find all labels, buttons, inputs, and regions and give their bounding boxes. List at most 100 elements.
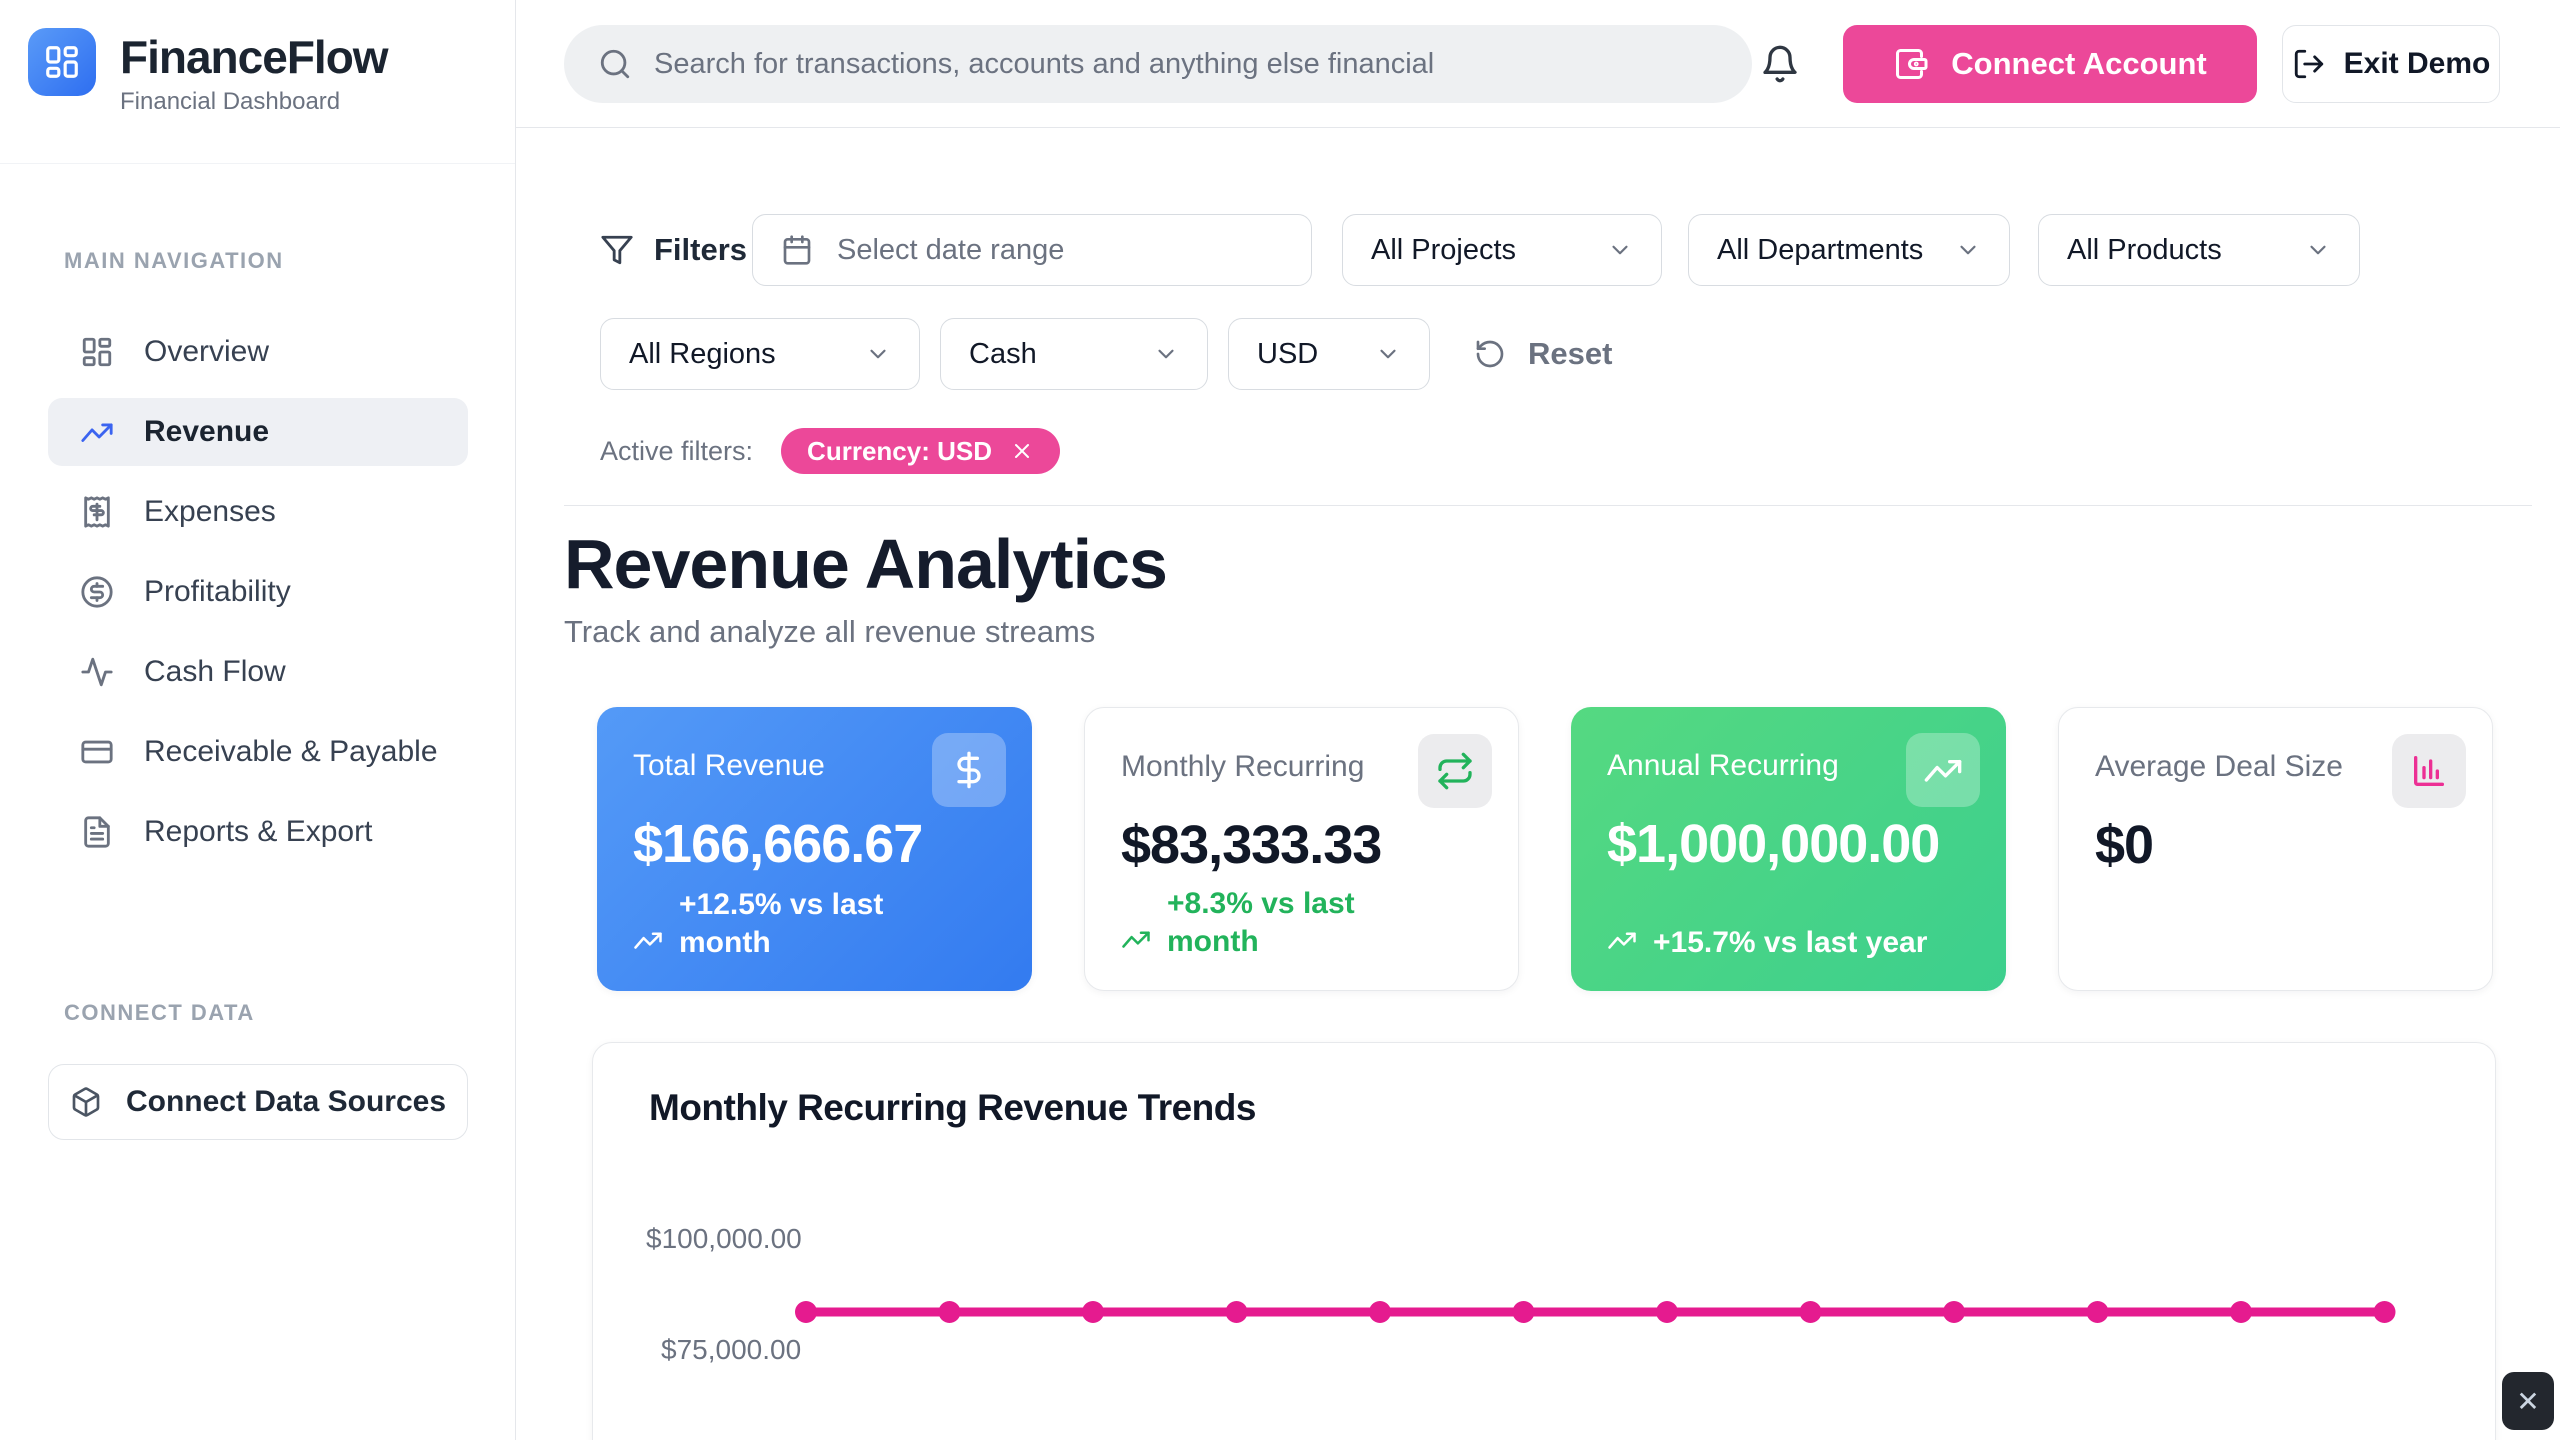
dashboard-grid-icon <box>80 335 114 369</box>
chevron-down-icon <box>1153 341 1179 367</box>
chevron-down-icon <box>1607 237 1633 263</box>
credit-card-icon <box>80 735 114 769</box>
account-type-dropdown[interactable]: Cash <box>940 318 1208 390</box>
remove-filter-icon[interactable] <box>1010 439 1034 463</box>
financeflow-app: FinanceFlow Financial Dashboard MAIN NAV… <box>0 0 2560 1440</box>
chevron-down-icon <box>865 341 891 367</box>
receipt-icon <box>80 495 114 529</box>
search-bar[interactable] <box>564 25 1752 103</box>
data-point[interactable] <box>2087 1301 2109 1323</box>
data-point[interactable] <box>1226 1301 1248 1323</box>
trending-up-icon <box>633 925 663 961</box>
active-filters-label: Active filters: <box>600 436 753 467</box>
data-point[interactable] <box>1800 1301 1822 1323</box>
kpi-value: $0 <box>2095 814 2456 876</box>
overlay-close-button[interactable]: ✕ <box>2502 1372 2554 1430</box>
main-content: Filters Select date range All Projects A… <box>516 128 2560 1440</box>
search-input[interactable] <box>654 48 1718 81</box>
sidebar-item-cash-flow[interactable]: Cash Flow <box>48 638 468 706</box>
kpi-card-average-deal-size: Average Deal Size $0 <box>2058 707 2493 991</box>
data-point[interactable] <box>1082 1301 1104 1323</box>
data-point[interactable] <box>795 1301 817 1323</box>
sidebar-item-label: Expenses <box>144 495 276 529</box>
kpi-card-annual-recurring: Annual Recurring $1,000,000.00 +15.7% vs… <box>1571 707 2006 991</box>
kpi-trend-text: +12.5% vs last month <box>679 886 914 961</box>
main-navigation-label: MAIN NAVIGATION <box>64 248 284 274</box>
sidebar-item-expenses[interactable]: Expenses <box>48 478 468 546</box>
rotate-ccw-icon <box>1474 338 1506 370</box>
sidebar-item-label: Revenue <box>144 415 269 449</box>
projects-dropdown[interactable]: All Projects <box>1342 214 1662 286</box>
account-type-dropdown-value: Cash <box>969 338 1037 371</box>
filters-label: Filters <box>654 232 747 268</box>
regions-dropdown-value: All Regions <box>629 338 776 371</box>
chevron-down-icon <box>2305 237 2331 263</box>
reset-filters-button[interactable]: Reset <box>1474 318 1612 390</box>
filters-heading: Filters <box>600 214 747 286</box>
currency-filter-chip[interactable]: Currency: USD <box>781 428 1060 474</box>
sidebar-item-receivable-payable[interactable]: Receivable & Payable <box>48 718 468 786</box>
data-point[interactable] <box>1943 1301 1965 1323</box>
kpi-value: $1,000,000.00 <box>1607 813 1970 875</box>
chevron-down-icon <box>1375 341 1401 367</box>
repeat-icon <box>1418 734 1492 808</box>
mrr-chart-card: Monthly Recurring Revenue Trends $100,00… <box>592 1042 2496 1440</box>
currency-dropdown-value: USD <box>1257 338 1318 371</box>
trending-up-icon <box>1121 924 1151 960</box>
kpi-value: $83,333.33 <box>1121 814 1482 876</box>
connect-data-sources-button[interactable]: Connect Data Sources <box>48 1064 468 1140</box>
currency-chip-label: Currency: USD <box>807 436 992 467</box>
departments-dropdown[interactable]: All Departments <box>1688 214 2010 286</box>
trending-up-icon <box>1906 733 1980 807</box>
page-header: Revenue Analytics Track and analyze all … <box>564 524 1167 650</box>
sidebar-item-label: Profitability <box>144 575 291 609</box>
kpi-trend-text: +8.3% vs last month <box>1167 885 1402 960</box>
sidebar-item-label: Receivable & Payable <box>144 735 438 769</box>
exit-demo-button[interactable]: Exit Demo <box>2282 25 2500 103</box>
data-point[interactable] <box>2230 1301 2252 1323</box>
page-subtitle: Track and analyze all revenue streams <box>564 614 1167 650</box>
app-subtitle: Financial Dashboard <box>120 88 388 116</box>
sidebar-item-reports-export[interactable]: Reports & Export <box>48 798 468 866</box>
sidebar-item-overview[interactable]: Overview <box>48 318 468 386</box>
projects-dropdown-value: All Projects <box>1371 234 1516 267</box>
sidebar-item-profitability[interactable]: Profitability <box>48 558 468 626</box>
connect-data-label: CONNECT DATA <box>64 1000 255 1026</box>
departments-dropdown-value: All Departments <box>1717 234 1923 267</box>
section-divider <box>564 505 2532 506</box>
search-icon <box>598 47 632 81</box>
sidebar: FinanceFlow Financial Dashboard MAIN NAV… <box>0 0 516 1440</box>
currency-dropdown[interactable]: USD <box>1228 318 1430 390</box>
products-dropdown[interactable]: All Products <box>2038 214 2360 286</box>
package-icon <box>70 1086 102 1118</box>
activity-icon <box>80 655 114 689</box>
data-point[interactable] <box>939 1301 961 1323</box>
sidebar-nav: Overview Revenue Expenses Profitability <box>48 318 468 878</box>
brand: FinanceFlow Financial Dashboard <box>120 30 388 116</box>
app-title: FinanceFlow <box>120 30 388 84</box>
app-logo-icon <box>28 28 96 96</box>
date-range-placeholder: Select date range <box>837 234 1064 267</box>
connect-account-button[interactable]: Connect Account <box>1843 25 2257 103</box>
sidebar-item-label: Cash Flow <box>144 655 286 689</box>
date-range-input[interactable]: Select date range <box>752 214 1312 286</box>
calendar-icon <box>781 234 813 266</box>
sidebar-item-revenue[interactable]: Revenue <box>48 398 468 466</box>
data-point[interactable] <box>1369 1301 1391 1323</box>
kpi-trend-text: +15.7% vs last year <box>1653 924 1927 962</box>
kpi-trend: +15.7% vs last year <box>1607 924 1927 962</box>
kpi-trend: +12.5% vs last month <box>633 886 914 961</box>
data-point[interactable] <box>1656 1301 1678 1323</box>
bar-chart-icon <box>2392 734 2466 808</box>
kpi-card-total-revenue: Total Revenue $166,666.67 +12.5% vs last… <box>597 707 1032 991</box>
topbar: Connect Account Exit Demo <box>516 0 2560 128</box>
close-icon: ✕ <box>2516 1385 2539 1418</box>
sidebar-item-label: Reports & Export <box>144 815 372 849</box>
dollar-icon <box>932 733 1006 807</box>
data-point[interactable] <box>2374 1301 2396 1323</box>
data-point[interactable] <box>1513 1301 1535 1323</box>
kpi-trend: +8.3% vs last month <box>1121 885 1402 960</box>
notifications-button[interactable] <box>1760 40 1808 88</box>
chevron-down-icon <box>1955 237 1981 263</box>
regions-dropdown[interactable]: All Regions <box>600 318 920 390</box>
